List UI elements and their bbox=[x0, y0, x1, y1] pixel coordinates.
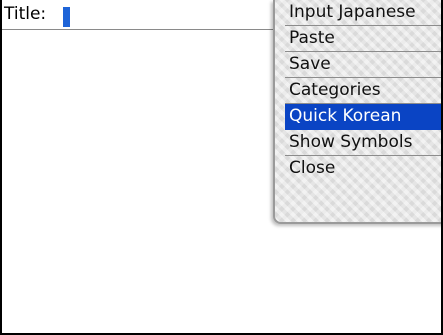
memo-editor-screen: Title: Input Japanese Paste Save Categor… bbox=[0, 0, 443, 335]
menu-item-show-symbols[interactable]: Show Symbols bbox=[285, 130, 441, 156]
text-cursor bbox=[63, 7, 70, 27]
menu-item-quick-korean[interactable]: Quick Korean bbox=[285, 104, 441, 130]
menu-item-save[interactable]: Save bbox=[285, 52, 441, 78]
menu-item-paste[interactable]: Paste bbox=[285, 26, 441, 52]
menu-item-input-japanese[interactable]: Input Japanese bbox=[285, 0, 441, 26]
context-menu: Input Japanese Paste Save Categories Qui… bbox=[273, 0, 441, 224]
menu-item-categories[interactable]: Categories bbox=[285, 78, 441, 104]
title-label: Title: bbox=[4, 4, 47, 24]
menu-item-close[interactable]: Close bbox=[285, 156, 441, 182]
